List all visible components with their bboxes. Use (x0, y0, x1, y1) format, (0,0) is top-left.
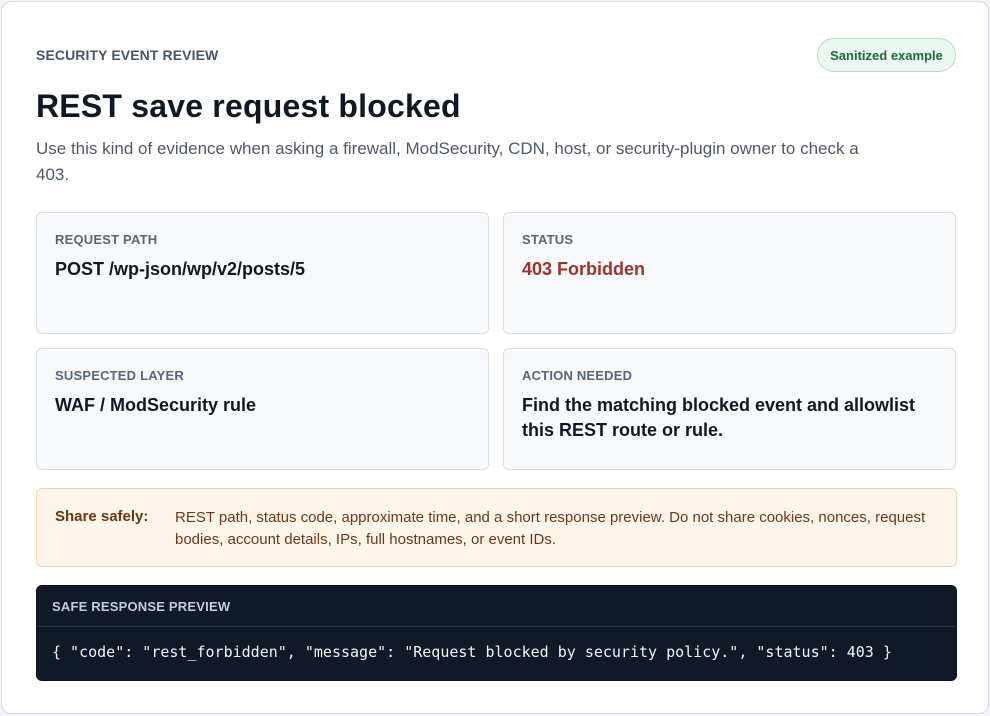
action-needed-value: Find the matching blocked event and allo… (522, 395, 916, 440)
request-path-value: POST /wp-json/wp/v2/posts/5 (55, 259, 306, 279)
suspected-layer-value: WAF / ModSecurity rule (55, 395, 257, 415)
suspected-layer-label: SUSPECTED LAYER (55, 368, 184, 383)
status-label: STATUS (522, 232, 574, 247)
response-preview-header: SAFE RESPONSE PREVIEW (37, 586, 956, 627)
status-tile: STATUS 403 Forbidden (503, 212, 956, 334)
response-preview-panel: SAFE RESPONSE PREVIEW { "code": "rest_fo… (36, 585, 957, 681)
action-needed-label: ACTION NEEDED (522, 368, 633, 383)
request-path-tile: REQUEST PATH POST /wp-json/wp/v2/posts/5 (36, 212, 489, 334)
action-needed-tile: ACTION NEEDED Find the matching blocked … (503, 348, 956, 470)
share-safely-label: Share safely: (55, 508, 149, 525)
security-event-card: SECURITY EVENT REVIEW Sanitized example … (1, 1, 989, 714)
request-path-label: REQUEST PATH (55, 232, 158, 247)
share-safely-notice: Share safely: REST path, status code, ap… (36, 488, 957, 567)
page-title: REST save request blocked (36, 88, 461, 124)
response-preview-code: { "code": "rest_forbidden", "message": "… (52, 643, 892, 661)
share-safely-text: REST path, status code, approximate time… (175, 509, 926, 548)
eyebrow-label: SECURITY EVENT REVIEW (36, 47, 219, 63)
response-preview-label: SAFE RESPONSE PREVIEW (52, 599, 231, 614)
status-value: 403 Forbidden (522, 259, 646, 279)
page-description: Use this kind of evidence when asking a … (36, 139, 859, 184)
sanitized-badge: Sanitized example (817, 38, 956, 72)
suspected-layer-tile: SUSPECTED LAYER WAF / ModSecurity rule (36, 348, 489, 470)
